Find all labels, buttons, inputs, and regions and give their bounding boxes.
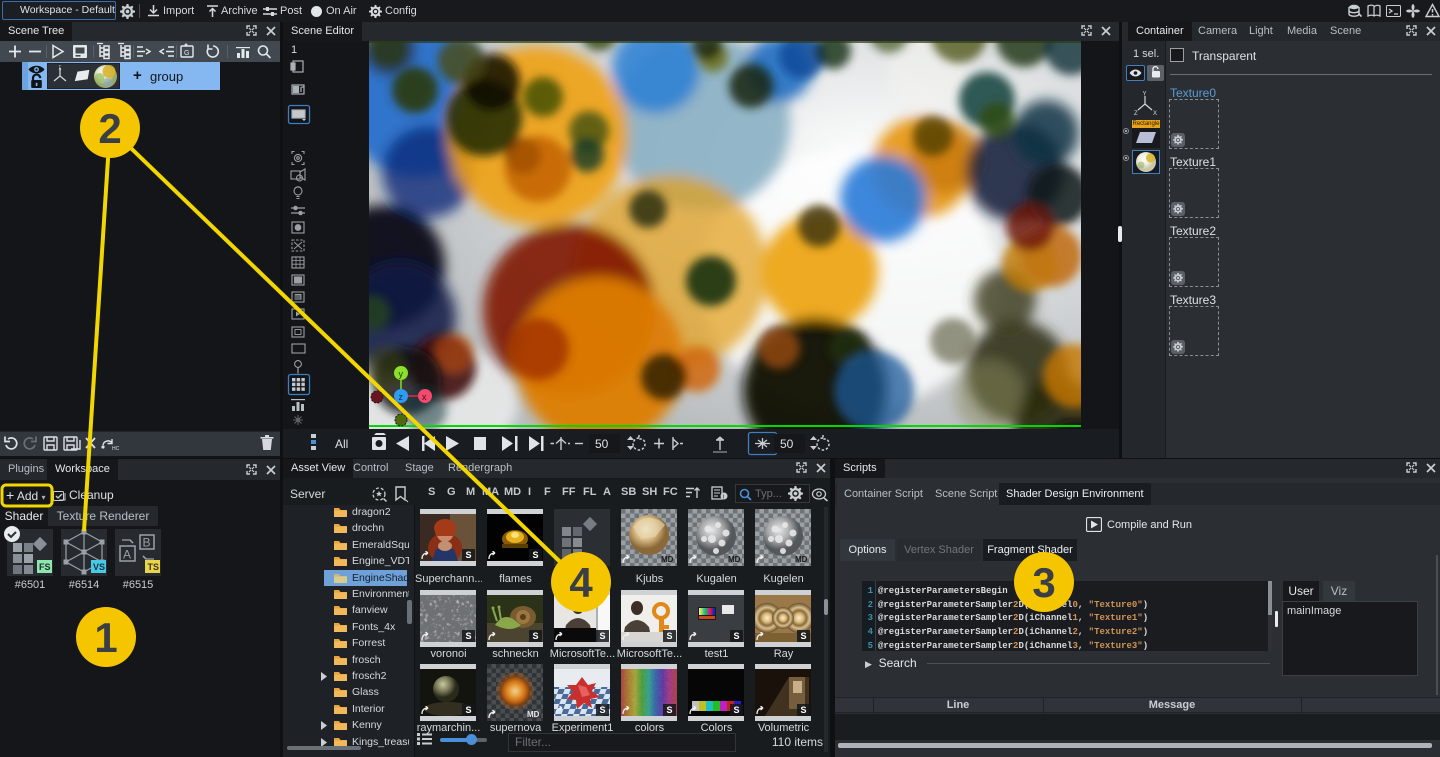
svg-text:A: A (123, 548, 131, 562)
svg-text:X: X (1153, 111, 1157, 117)
svg-text:z: z (399, 392, 404, 402)
svg-text:FS: FS (39, 562, 51, 572)
svg-text:MD: MD (728, 555, 741, 564)
svg-text:Y: Y (1143, 92, 1147, 98)
svg-text:y: y (399, 369, 404, 379)
svg-text:G: G (184, 50, 189, 57)
svg-text:MD: MD (795, 555, 808, 564)
svg-text:VS: VS (93, 562, 105, 572)
svg-text:All: All (335, 437, 348, 451)
svg-text:50: 50 (780, 437, 794, 451)
svg-text:50: 50 (595, 437, 609, 451)
svg-text:HC: HC (112, 446, 120, 452)
svg-text:x: x (422, 392, 427, 402)
svg-text:Y: Y (58, 65, 61, 69)
svg-text:MD: MD (661, 555, 674, 564)
svg-text:B: B (143, 536, 151, 550)
svg-text:TS: TS (148, 562, 160, 572)
svg-text:i: i (723, 495, 724, 501)
svg-text:Z: Z (1134, 111, 1138, 117)
svg-text:MD: MD (527, 710, 540, 719)
